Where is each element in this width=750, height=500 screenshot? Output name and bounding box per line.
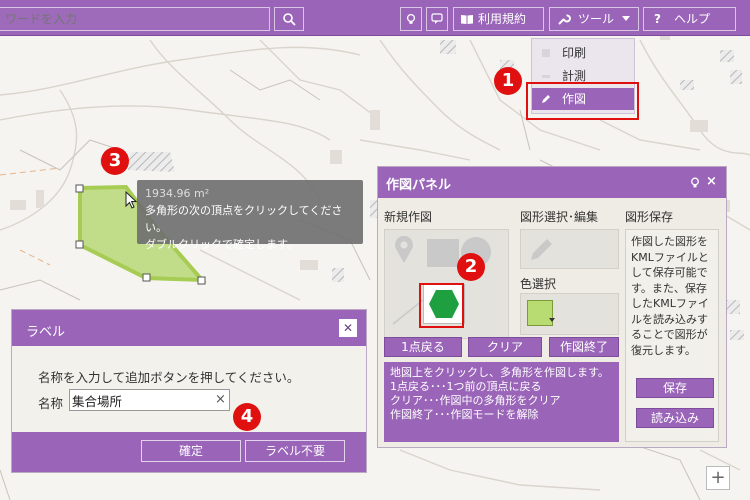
lightbulb-button[interactable]	[400, 7, 422, 31]
end-drawing-button[interactable]: 作図終了	[549, 337, 619, 357]
feedback-button[interactable]	[426, 7, 448, 31]
save-button[interactable]: 保存	[636, 378, 714, 398]
clear-input-icon[interactable]: ×	[215, 392, 226, 407]
color-select-label: 色選択	[520, 277, 557, 291]
dialog-header: ラベル ✕	[12, 310, 366, 346]
caret-down-icon	[549, 318, 555, 322]
step-badge-4: 4	[233, 403, 261, 431]
save-description: 作図した図形をKMLファイルとして保存可能です。また、保存したKMLファイルを読…	[631, 235, 709, 357]
help-line: 地図上をクリックし、多角形を作図します。	[390, 366, 609, 379]
step-badge-1: 1	[494, 67, 522, 95]
pencil-icon	[531, 239, 552, 260]
wrench-icon	[558, 14, 571, 25]
step-badge-3: 3	[101, 147, 129, 175]
tooltip-area: 1934.96 m²	[145, 187, 210, 200]
step-badge-2: 2	[457, 253, 485, 281]
name-field-label: 名称	[38, 396, 64, 411]
drawing-help-text: 地図上をクリックし、多角形を作図します。 1点戻る･･･1つ前の頂点に戻る クリ…	[384, 362, 619, 442]
color-picker[interactable]	[520, 293, 619, 335]
print-icon	[542, 49, 550, 57]
lightbulb-icon	[406, 13, 416, 24]
drawing-tooltip: 1934.96 m² 多角形の次の頂点をクリックしてください。 ダブルクリックで…	[137, 180, 363, 251]
load-button[interactable]: 読み込み	[636, 408, 714, 428]
close-icon[interactable]: ✕	[339, 319, 357, 337]
terms-label: 利用規約	[478, 12, 527, 26]
tooltip-line: 多角形の次の頂点をクリックしてください。	[145, 204, 343, 234]
section-label-new: 新規作図	[384, 210, 433, 224]
help-line: クリア･･･作図中の多角形をクリア	[390, 394, 561, 407]
lightbulb-icon[interactable]	[690, 177, 700, 189]
dialog-footer: 確定 ラベル不要	[12, 432, 366, 472]
marker-tool-icon[interactable]	[394, 236, 414, 264]
help-line: 作図終了･･･作図モードを解除	[390, 408, 539, 421]
label-name-input[interactable]	[69, 389, 230, 411]
measure-icon	[542, 75, 550, 78]
help-icon: ?	[654, 12, 661, 26]
top-toolbar: 利用規約 ツール ? ヘルプ	[0, 0, 750, 36]
dialog-message: 名称を入力して追加ボタンを押してください。	[38, 370, 300, 385]
search-button[interactable]	[274, 7, 304, 31]
section-label-save: 図形保存	[625, 210, 674, 224]
tools-label: ツール	[578, 12, 615, 26]
dialog-title: ラベル	[26, 325, 66, 340]
clear-button[interactable]: クリア	[468, 337, 542, 357]
highlight-box-polygon-tool	[419, 283, 464, 328]
search-icon	[283, 13, 296, 26]
terms-button[interactable]: 利用規約	[453, 7, 544, 31]
help-button[interactable]: ? ヘルプ	[643, 7, 736, 31]
shape-select-tool[interactable]	[520, 229, 619, 269]
menu-item-label: 印刷	[562, 46, 587, 60]
highlight-box-draw-menu	[526, 82, 639, 120]
caret-down-icon	[622, 16, 630, 21]
tools-dropdown-button[interactable]: ツール	[549, 7, 639, 31]
confirm-button[interactable]: 確定	[141, 440, 241, 462]
save-section: 作図した図形をKMLファイルとして保存可能です。また、保存したKMLファイルを読…	[625, 229, 719, 442]
help-line: 1点戻る･･･1つ前の頂点に戻る	[390, 380, 542, 393]
book-icon	[461, 15, 473, 24]
no-label-button[interactable]: ラベル不要	[245, 440, 345, 462]
section-label-select: 図形選択･編集	[520, 210, 599, 224]
panel-title: 作図パネル	[386, 178, 452, 193]
label-dialog: ラベル ✕ 名称を入力して追加ボタンを押してください。 名称 × 確定 ラベル不…	[11, 309, 367, 473]
close-icon[interactable]: ×	[706, 174, 717, 189]
panel-header: 作図パネル ×	[378, 167, 726, 198]
rectangle-tool-icon[interactable]	[426, 238, 460, 268]
menu-item-print[interactable]: 印刷	[532, 42, 634, 64]
undo-point-button[interactable]: 1点戻る	[384, 337, 462, 357]
search-input[interactable]	[0, 7, 270, 31]
speech-bubble-icon	[431, 13, 443, 24]
help-label: ヘルプ	[674, 12, 711, 26]
tooltip-line: ダブルクリックで確定します。	[145, 238, 298, 251]
zoom-in-button[interactable]: +	[706, 466, 730, 490]
